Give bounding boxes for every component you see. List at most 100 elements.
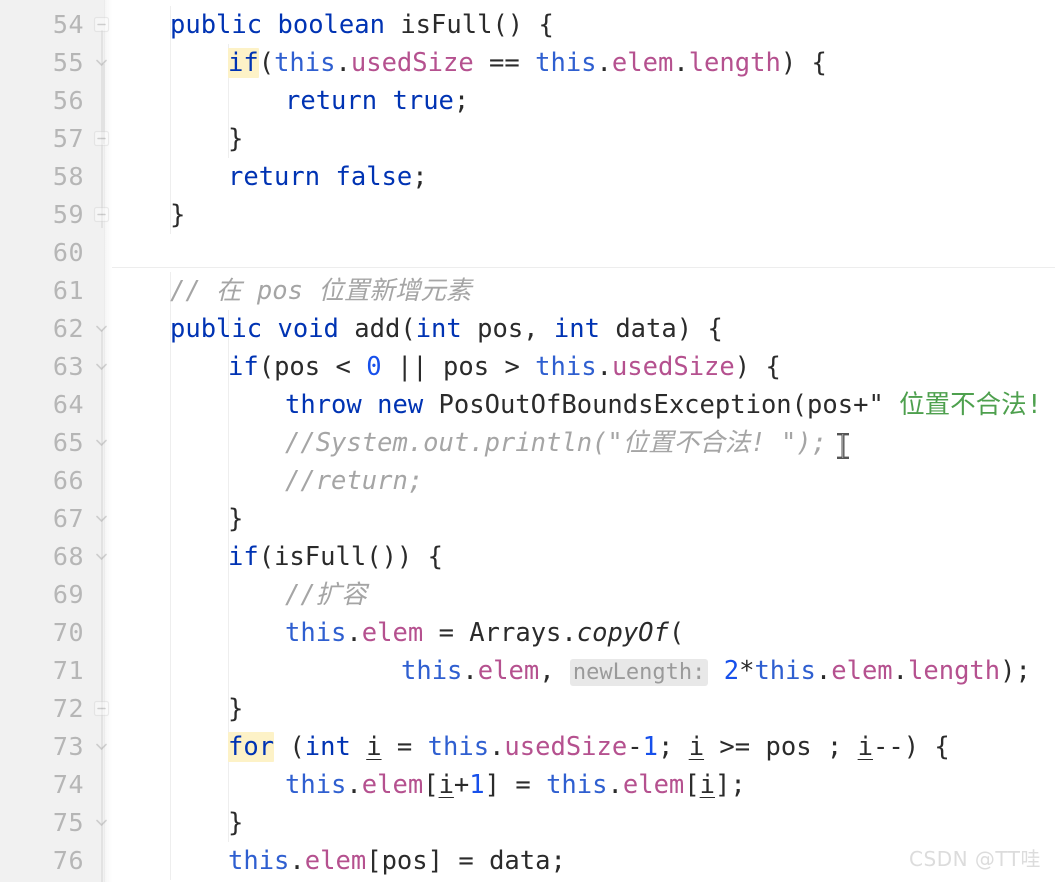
line-number: 65 bbox=[52, 428, 84, 457]
parameter-hint: newLength: bbox=[569, 659, 709, 686]
chevron-down-icon[interactable] bbox=[93, 548, 110, 565]
chevron-down-icon[interactable] bbox=[93, 738, 110, 755]
chevron-down-icon[interactable] bbox=[93, 510, 110, 527]
code-line[interactable]: } bbox=[170, 196, 185, 234]
code-comment: //return; bbox=[285, 466, 424, 496]
line-number: 75 bbox=[52, 808, 84, 837]
code-token: isFull bbox=[274, 542, 367, 572]
line-number: 61 bbox=[52, 276, 84, 305]
line-number: 63 bbox=[52, 352, 84, 381]
code-token: this bbox=[546, 770, 608, 800]
code-token: i bbox=[688, 732, 705, 762]
code-token: return bbox=[285, 86, 378, 116]
code-token: this bbox=[274, 48, 336, 78]
code-line[interactable]: return false; bbox=[228, 158, 428, 196]
code-token: elem bbox=[361, 618, 424, 648]
code-token: elem bbox=[477, 656, 540, 686]
code-token: add bbox=[354, 314, 401, 344]
line-number: 66 bbox=[52, 466, 84, 495]
line-number: 70 bbox=[52, 618, 84, 647]
code-token: pos bbox=[765, 732, 812, 762]
code-token: pos bbox=[381, 846, 428, 876]
code-comment: //System.out.println("位置不合法! "); bbox=[285, 428, 828, 458]
code-token: Arrays bbox=[469, 618, 562, 648]
code-token: data bbox=[489, 846, 551, 876]
chevron-down-icon[interactable] bbox=[93, 320, 110, 337]
code-line[interactable]: //System.out.println("位置不合法! "); bbox=[285, 424, 827, 462]
code-line[interactable]: } bbox=[228, 120, 243, 158]
code-token: this bbox=[401, 656, 463, 686]
code-token: if bbox=[228, 352, 259, 382]
line-number: 56 bbox=[52, 86, 84, 115]
line-number: 54 bbox=[52, 10, 84, 39]
collapse-fold-icon[interactable] bbox=[93, 16, 110, 33]
code-token: PosOutOfBoundsException bbox=[438, 390, 792, 420]
code-token: int bbox=[304, 732, 351, 762]
line-number: 72 bbox=[52, 694, 84, 723]
collapse-fold-icon[interactable] bbox=[93, 206, 110, 223]
text-ibeam-cursor bbox=[835, 431, 851, 461]
line-number: 68 bbox=[52, 542, 84, 571]
code-line[interactable]: this.elem, newLength: 2*this.elem.length… bbox=[401, 652, 1031, 692]
line-number: 59 bbox=[52, 200, 84, 229]
code-line[interactable]: // 在 pos 位置新增元素 bbox=[170, 272, 471, 310]
code-line[interactable]: if(pos < 0 || pos > this.usedSize) { bbox=[228, 348, 781, 386]
code-line[interactable]: this.elem = Arrays.copyOf( bbox=[285, 614, 684, 652]
code-line[interactable]: //扩容 bbox=[285, 576, 367, 614]
code-token: for bbox=[228, 732, 275, 762]
code-token: usedSize bbox=[504, 732, 628, 762]
code-line[interactable]: public boolean isFull() { bbox=[170, 6, 554, 44]
code-token: data bbox=[615, 314, 677, 344]
code-line[interactable]: this.elem[i+1] = this.elem[i]; bbox=[285, 766, 746, 804]
code-line[interactable]: for (int i = this.usedSize-1; i >= pos ;… bbox=[228, 728, 950, 766]
code-token: 1 bbox=[469, 770, 485, 800]
code-token: length bbox=[688, 48, 781, 78]
collapse-fold-icon[interactable] bbox=[93, 700, 110, 717]
code-line[interactable]: //return; bbox=[285, 462, 423, 500]
code-token: pos bbox=[274, 352, 321, 382]
code-token: pos bbox=[477, 314, 524, 344]
code-line[interactable]: } bbox=[228, 500, 243, 538]
code-token: this bbox=[228, 846, 290, 876]
code-line[interactable]: this.elem[pos] = data; bbox=[228, 842, 566, 880]
csdn-watermark: CSDN @TT哇 bbox=[909, 847, 1041, 871]
line-number: 76 bbox=[52, 846, 84, 875]
code-token: 1 bbox=[642, 732, 658, 762]
code-editor[interactable]: 54 55 56 57 58 59 60 61 62 63 64 65 66 67 68 69 70 71 72 73… bbox=[0, 0, 1055, 882]
code-line[interactable]: throw new PosOutOfBoundsException(pos+" … bbox=[285, 386, 1055, 424]
code-token: boolean bbox=[277, 10, 385, 40]
code-token: length bbox=[908, 656, 1001, 686]
chevron-down-icon[interactable] bbox=[93, 358, 110, 375]
code-token: if bbox=[228, 542, 259, 572]
code-comment: // 在 pos 位置新增元素 bbox=[170, 276, 472, 306]
code-token: true bbox=[392, 86, 454, 116]
code-token: usedSize bbox=[350, 48, 474, 78]
string-literal: 位置不合法! bbox=[883, 390, 1055, 420]
code-token: return bbox=[228, 162, 321, 192]
code-line[interactable]: return true; bbox=[285, 82, 469, 120]
code-token: usedSize bbox=[611, 352, 735, 382]
code-token: pos bbox=[807, 390, 854, 420]
collapse-fold-icon[interactable] bbox=[93, 130, 110, 147]
code-line[interactable]: if(this.usedSize == this.elem.length) { bbox=[228, 44, 827, 82]
code-token: i bbox=[438, 770, 454, 800]
code-token: elem bbox=[831, 656, 893, 686]
chevron-down-icon[interactable] bbox=[93, 434, 110, 451]
code-token: int bbox=[415, 314, 462, 344]
code-token: 2 bbox=[723, 656, 740, 686]
fold-rail-method-add bbox=[101, 330, 103, 882]
line-number: 58 bbox=[52, 162, 84, 191]
code-comment: //扩容 bbox=[285, 580, 367, 610]
line-number: 73 bbox=[52, 732, 84, 761]
chevron-down-icon[interactable] bbox=[93, 814, 110, 831]
code-text-area[interactable]: public boolean isFull() {if(this.usedSiz… bbox=[112, 0, 1055, 882]
line-number: 57 bbox=[52, 124, 84, 153]
chevron-down-icon[interactable] bbox=[93, 54, 110, 71]
code-token: this bbox=[427, 732, 490, 762]
code-line[interactable]: } bbox=[228, 690, 243, 728]
code-line[interactable]: } bbox=[228, 804, 243, 842]
code-token: 0 bbox=[366, 352, 382, 382]
code-token: i bbox=[699, 770, 715, 800]
code-line[interactable]: public void add(int pos, int data) { bbox=[170, 310, 723, 348]
code-line[interactable]: if(isFull()) { bbox=[228, 538, 443, 576]
